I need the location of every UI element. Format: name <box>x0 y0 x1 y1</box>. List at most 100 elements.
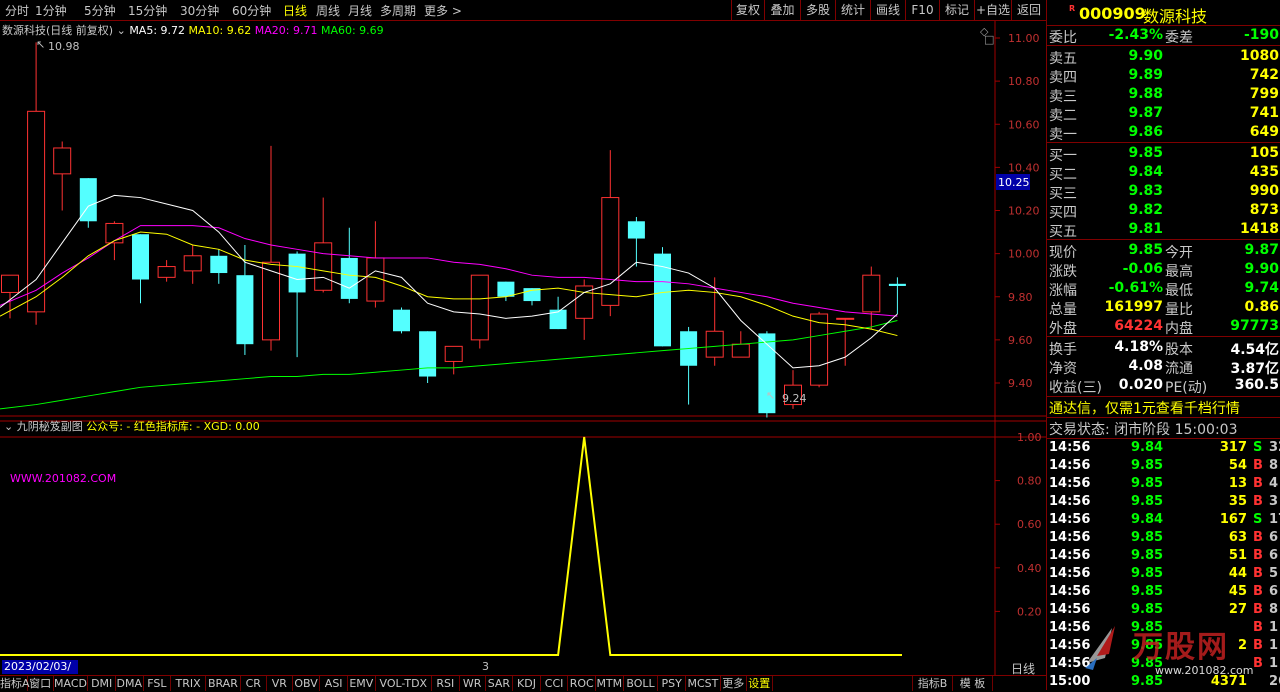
indicator-tab[interactable]: ROC <box>568 676 596 691</box>
order-book-row[interactable]: 卖一 9.86 649 <box>1047 124 1280 143</box>
indicator-tab[interactable]: RSI <box>432 676 460 691</box>
tick-row: 14:56 9.84 317 S 32 <box>1047 440 1280 458</box>
ma60-label: MA60: 9.69 <box>320 24 384 37</box>
indicator-tab[interactable]: CCI <box>541 676 569 691</box>
order-ratio-row: 委比 -2.43% 委差 -190 <box>1047 27 1280 46</box>
indicator-tab[interactable]: PSY <box>658 676 686 691</box>
tick-row: 15:00 9.85 4371 269 <box>1047 674 1280 692</box>
tick-volume: 13 <box>1228 476 1247 491</box>
order-book-row[interactable]: 买四 9.82 873 <box>1047 202 1280 221</box>
tick-side: B <box>1253 530 1263 545</box>
tick-time: 14:56 <box>1049 476 1091 491</box>
level-volume: 649 <box>1249 124 1279 140</box>
chevron-down-icon[interactable]: ⌄ <box>117 24 126 37</box>
overlay-button[interactable]: 叠加 <box>764 0 800 20</box>
chevron-down-icon[interactable]: ⌄ <box>4 420 13 433</box>
statistics-button[interactable]: 统计 <box>835 0 870 20</box>
indicator-tab[interactable]: CR <box>241 676 267 691</box>
indicator-tab[interactable]: BRAR <box>206 676 241 691</box>
level-price: 9.90 <box>1128 48 1163 64</box>
template-button[interactable]: 模 板 <box>953 676 993 691</box>
indicator-tick-label: 0.20 <box>1017 605 1042 618</box>
tick-time: 14:56 <box>1049 584 1091 599</box>
indicator-tab[interactable]: TRIX <box>171 676 206 691</box>
tick-side: B <box>1253 476 1263 491</box>
level-label: 买二 <box>1049 167 1077 183</box>
period-tab-multi[interactable]: 多周期 <box>380 2 416 19</box>
period-tab-monthly[interactable]: 月线 <box>348 2 372 19</box>
indicator-tab[interactable]: KDJ <box>513 676 541 691</box>
period-tab-5min[interactable]: 5分钟 <box>84 2 116 19</box>
indicator-tab[interactable]: 窗口 <box>28 676 54 691</box>
period-tab-1min[interactable]: 1分钟 <box>35 2 67 19</box>
indicator-tab[interactable]: 指标A <box>0 676 30 691</box>
account-label: 公众号: - <box>86 420 131 433</box>
period-tab-daily[interactable]: 日线 <box>283 2 307 19</box>
indicator-tab[interactable]: SAR <box>486 676 514 691</box>
order-book-row[interactable]: 买一 9.85 105 <box>1047 145 1280 164</box>
multi-stock-button[interactable]: 多股 <box>800 0 835 20</box>
indicator-tab[interactable]: MCST <box>686 676 721 691</box>
promo-link[interactable]: 通达信，仅需1元查看千档行情 <box>1047 398 1280 418</box>
price-tick-label: 9.40 <box>1008 377 1033 390</box>
indicator-tab[interactable]: FSL <box>144 676 172 691</box>
tick-row: 14:56 9.85 27 B 8 <box>1047 602 1280 620</box>
indicator-tab[interactable]: ASI <box>320 676 348 691</box>
indicator-tab[interactable]: BOLL <box>624 676 659 691</box>
indicator-tab[interactable]: 设置 <box>747 676 773 691</box>
indicator-tab-bar: 指标A 窗口 MACD DMI DMA FSL TRIX BRAR CR VR OBV ASI EMV V… <box>0 675 1046 691</box>
price-tick-label: 10.60 <box>1008 118 1040 131</box>
candle-up <box>1 274 19 293</box>
draw-line-button[interactable]: 画线 <box>870 0 905 20</box>
website-watermark: WWW.201082.COM <box>10 472 117 485</box>
indicator-tab[interactable]: VOL-TDX <box>376 676 432 691</box>
stat-value: 9.90 <box>1244 261 1279 277</box>
indicator-tab[interactable]: MTM <box>596 676 624 691</box>
indicator-tab[interactable]: WR <box>460 676 486 691</box>
order-book-row[interactable]: 卖五 9.90 1080 <box>1047 48 1280 67</box>
indicator-tab[interactable]: DMA <box>116 676 144 691</box>
level-volume: 742 <box>1249 67 1279 83</box>
level-label: 卖四 <box>1049 70 1077 86</box>
ask-book: 卖五 9.90 1080 卖四 9.89 742 卖三 9.88 799 卖二 9.8… <box>1047 47 1280 143</box>
period-tab-more[interactable]: 更多 > <box>424 2 462 19</box>
tick-list[interactable]: 14:56 9.84 317 S 3214:56 9.85 54 B 814:5… <box>1047 440 1280 690</box>
price-stats: 现价 9.85 今开 9.87 涨跌 -0.06 最高 9.90 涨幅 -0.61%… <box>1047 241 1280 337</box>
order-book-row[interactable]: 买三 9.83 990 <box>1047 183 1280 202</box>
add-watchlist-button[interactable]: +自选 <box>974 0 1011 20</box>
indicator-tab[interactable]: VR <box>267 676 293 691</box>
order-book-row[interactable]: 卖四 9.89 742 <box>1047 67 1280 86</box>
kline-chart-area[interactable]: 11.00 10.80 10.60 10.40 10.20 10.00 9.80 9.60 9.… <box>0 21 1046 675</box>
indicator-tab[interactable]: DMI <box>88 676 116 691</box>
restore-rights-button[interactable]: 复权 <box>731 0 764 20</box>
level-price: 9.81 <box>1128 221 1163 237</box>
indicator-tab[interactable]: MACD <box>54 676 89 691</box>
level-volume: 1080 <box>1240 48 1279 64</box>
back-button[interactable]: 返回 <box>1011 0 1046 20</box>
level-label: 卖二 <box>1049 108 1077 124</box>
indicator-tab[interactable]: EMV <box>348 676 376 691</box>
period-tab-30min[interactable]: 30分钟 <box>180 2 219 19</box>
tick-time: 14:56 <box>1049 620 1091 635</box>
tick-time: 14:56 <box>1049 494 1091 509</box>
indicator-b-button[interactable]: 指标B <box>912 676 953 691</box>
window-toggle-icon[interactable]: □ <box>984 33 994 46</box>
tick-row: 14:56 9.85 45 B 6 <box>1047 584 1280 602</box>
indicator-tab[interactable]: OBV <box>293 676 321 691</box>
order-book-row[interactable]: 买五 9.81 1418 <box>1047 221 1280 240</box>
candle-down <box>888 283 906 286</box>
stat-value: 0.020 <box>1118 377 1163 393</box>
level-price: 9.82 <box>1128 202 1163 218</box>
order-book-row[interactable]: 卖二 9.87 741 <box>1047 105 1280 124</box>
order-book-row[interactable]: 买二 9.84 435 <box>1047 164 1280 183</box>
tick-side: B <box>1253 656 1263 671</box>
order-book-row[interactable]: 卖三 9.88 799 <box>1047 86 1280 105</box>
candle-up <box>836 317 855 320</box>
period-tab-fenshi[interactable]: 分时 <box>5 2 29 19</box>
period-tab-60min[interactable]: 60分钟 <box>232 2 271 19</box>
f10-button[interactable]: F10 <box>905 0 939 20</box>
period-tab-weekly[interactable]: 周线 <box>316 2 340 19</box>
period-tab-15min[interactable]: 15分钟 <box>128 2 167 19</box>
mark-button[interactable]: 标记 <box>939 0 974 20</box>
indicator-tab[interactable]: 更多 <box>721 676 747 691</box>
